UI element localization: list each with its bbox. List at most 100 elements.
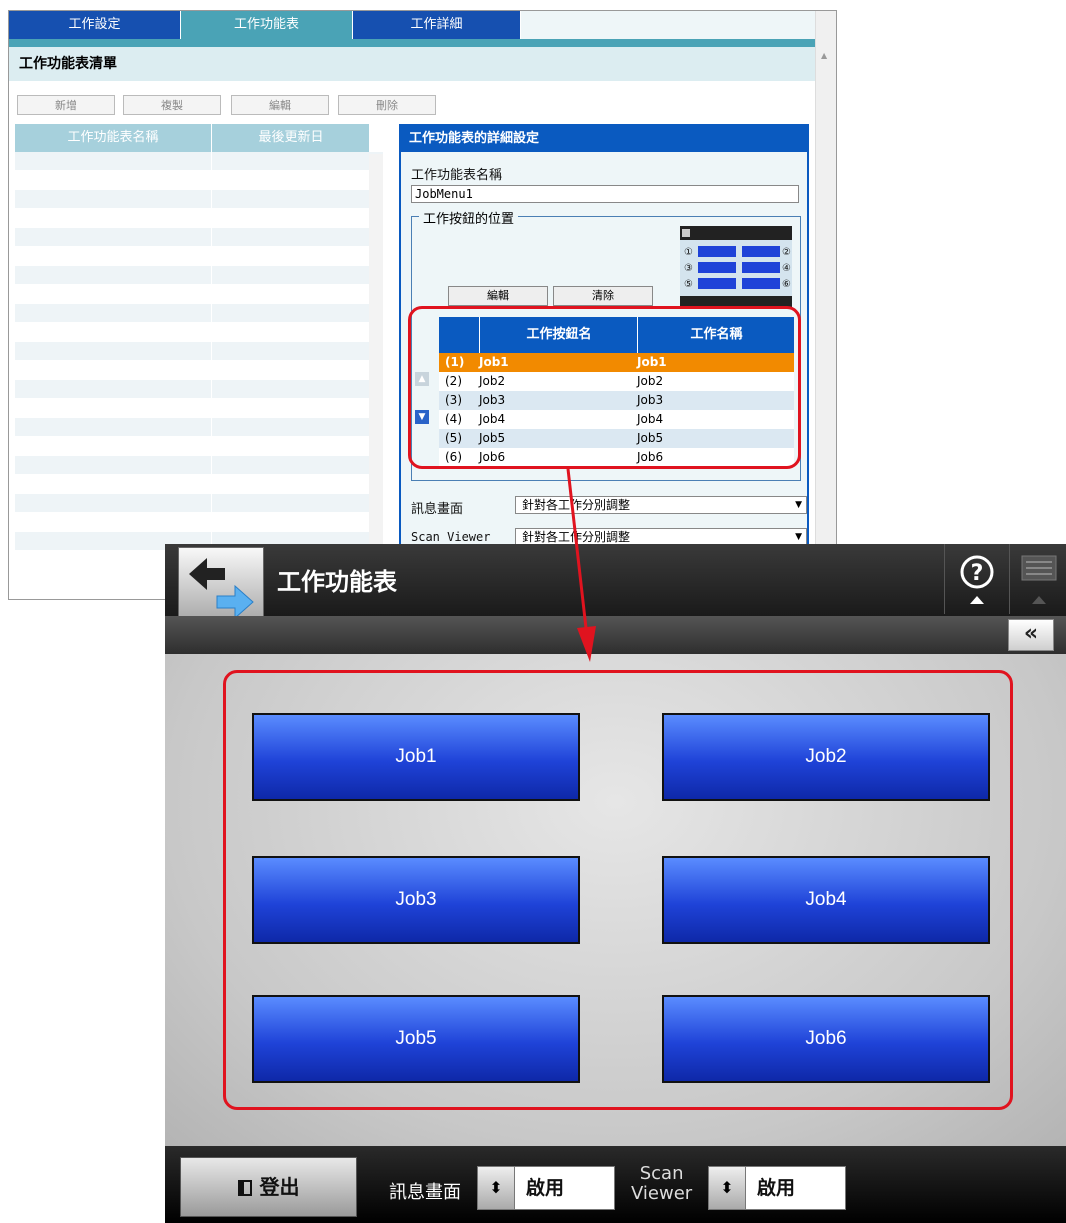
- keyboard-button[interactable]: [1010, 544, 1066, 614]
- tab-job-menu[interactable]: 工作功能表: [181, 11, 353, 39]
- svg-text:②: ②: [782, 247, 791, 258]
- list-item[interactable]: [15, 209, 383, 228]
- button-layout-preview-icon: ① ② ③ ④ ⑤ ⑥: [680, 226, 792, 308]
- list-item[interactable]: [15, 437, 383, 456]
- spinner-arrows-icon[interactable]: ⬍: [709, 1167, 746, 1209]
- list-cell: [15, 399, 212, 417]
- device-subbar: [165, 616, 1066, 654]
- list-cell: [15, 475, 212, 493]
- list-cell: [15, 456, 212, 474]
- list-cell: [15, 437, 212, 455]
- spinner-arrows-icon[interactable]: ⬍: [478, 1167, 515, 1209]
- annotation-table-highlight: [408, 306, 801, 469]
- dropdown-arrow-icon: ▼: [795, 500, 802, 510]
- message-screen-value: 針對各工作分別調整: [522, 498, 631, 512]
- tab-job-details[interactable]: 工作詳細: [353, 11, 521, 39]
- list-cell: [15, 418, 212, 436]
- edit-button[interactable]: 編輯: [231, 95, 329, 115]
- list-item[interactable]: [15, 304, 383, 323]
- list-cell: [15, 513, 212, 531]
- list-item[interactable]: [15, 342, 383, 361]
- position-clear-button[interactable]: 清除: [553, 286, 653, 306]
- list-cell: [15, 209, 212, 227]
- list-item[interactable]: [15, 171, 383, 190]
- list-cell: [15, 361, 212, 379]
- help-button[interactable]: ?: [944, 544, 1010, 614]
- list-cell: [15, 494, 212, 512]
- list-cell: [15, 152, 212, 170]
- scan-viewer-value: 啟用: [757, 1177, 796, 1199]
- list-cell: [15, 380, 212, 398]
- list-cell: [15, 304, 212, 322]
- list-item[interactable]: [15, 494, 383, 513]
- annotation-device-highlight: [223, 670, 1013, 1110]
- collapse-button[interactable]: «: [1008, 619, 1054, 651]
- list-item[interactable]: [15, 513, 383, 532]
- keyboard-icon: [1021, 555, 1057, 604]
- scan-viewer-label: Scan Viewer: [411, 530, 491, 544]
- message-screen-label: 訊息畫面: [411, 502, 464, 517]
- list-cell: [15, 171, 212, 189]
- svg-text:?: ?: [971, 561, 984, 586]
- scan-viewer-value: 針對各工作分別調整: [522, 530, 631, 544]
- scroll-up-icon[interactable]: ▲: [821, 51, 827, 60]
- list-cell: [15, 266, 212, 284]
- add-button[interactable]: 新增: [17, 95, 115, 115]
- scan-viewer-label-line2: Viewer: [631, 1183, 693, 1204]
- list-item[interactable]: [15, 266, 383, 285]
- list-cell: [15, 285, 212, 303]
- list-item[interactable]: [15, 399, 383, 418]
- list-item[interactable]: [15, 418, 383, 437]
- message-screen-spinner[interactable]: ⬍ 啟用: [477, 1166, 615, 1210]
- message-screen-value: 啟用: [526, 1177, 565, 1199]
- list-col-name: 工作功能表名稱: [67, 130, 159, 145]
- delete-button[interactable]: 刪除: [338, 95, 436, 115]
- admin-window: 工作設定 工作功能表 工作詳細 工作功能表清單 新增 複製 編輯 刪除 ▲ 工作…: [8, 10, 837, 600]
- tab-underline: [9, 39, 815, 47]
- svg-text:④: ④: [782, 263, 791, 274]
- device-title: 工作功能表: [277, 568, 397, 596]
- logout-icon: [237, 1180, 252, 1196]
- button-position-legend: 工作按鈕的位置: [419, 208, 519, 227]
- message-screen-label: 訊息畫面: [389, 1182, 461, 1203]
- list-cell: [15, 228, 212, 246]
- list-col-updated: 最後更新日: [211, 124, 370, 152]
- list-cell: [15, 190, 212, 208]
- copy-button[interactable]: 複製: [123, 95, 221, 115]
- svg-text:⑥: ⑥: [782, 279, 791, 290]
- dropdown-arrow-icon: ▼: [795, 532, 802, 542]
- section-title: 工作功能表清單: [9, 47, 815, 81]
- menu-name-input[interactable]: JobMenu1: [411, 185, 799, 203]
- list-cell: [15, 247, 212, 265]
- list-item[interactable]: [15, 152, 383, 171]
- list-scrollbar[interactable]: [369, 154, 383, 584]
- list-item[interactable]: [15, 361, 383, 380]
- list-cell: [15, 323, 212, 341]
- message-screen-select[interactable]: 針對各工作分別調整 ▼: [515, 496, 807, 514]
- logout-label: 登出: [259, 1175, 300, 1199]
- list-item[interactable]: [15, 247, 383, 266]
- list-item[interactable]: [15, 475, 383, 494]
- help-icon: ?: [960, 555, 994, 604]
- job-menu-list: 工作功能表名稱 最後更新日: [15, 124, 383, 584]
- svg-text:③: ③: [684, 263, 693, 274]
- list-item[interactable]: [15, 380, 383, 399]
- list-cell: [15, 342, 212, 360]
- svg-text:①: ①: [684, 247, 693, 258]
- tab-bar: 工作設定 工作功能表 工作詳細: [9, 11, 815, 41]
- scan-viewer-label-line1: Scan: [639, 1163, 684, 1184]
- window-scrollbar[interactable]: ▲: [815, 11, 836, 599]
- scan-viewer-spinner[interactable]: ⬍ 啟用: [708, 1166, 846, 1210]
- list-item[interactable]: [15, 228, 383, 247]
- list-item[interactable]: [15, 323, 383, 342]
- svg-text:⑤: ⑤: [684, 279, 693, 290]
- menu-name-label: 工作功能表名稱: [411, 168, 503, 183]
- list-header: 工作功能表名稱 最後更新日: [15, 124, 369, 152]
- scan-viewer-label: Scan Viewer: [631, 1164, 692, 1204]
- position-edit-button[interactable]: 編輯: [448, 286, 548, 306]
- tab-job-settings[interactable]: 工作設定: [9, 11, 181, 39]
- logout-button[interactable]: 登出: [180, 1157, 357, 1217]
- list-item[interactable]: [15, 456, 383, 475]
- list-item[interactable]: [15, 190, 383, 209]
- list-item[interactable]: [15, 285, 383, 304]
